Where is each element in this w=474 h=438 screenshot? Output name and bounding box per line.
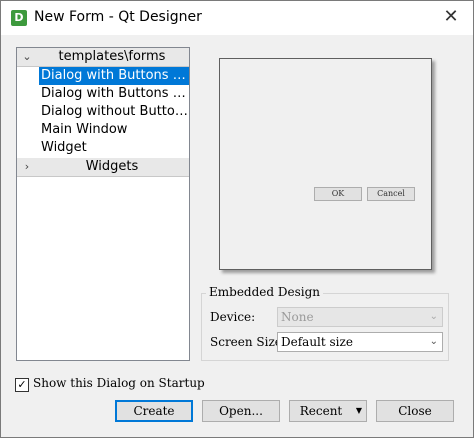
create-button[interactable]: Create: [115, 400, 193, 422]
screen-size-value: Default size: [281, 335, 353, 349]
recent-button-label: Recent: [299, 404, 343, 418]
device-label: Device:: [210, 310, 256, 324]
recent-button[interactable]: Recent ▼: [289, 400, 367, 422]
embedded-design-title: Embedded Design: [206, 285, 324, 299]
qt-designer-icon: D: [11, 10, 27, 26]
form-preview: OK Cancel: [219, 58, 432, 270]
close-window-icon[interactable]: ✕: [441, 7, 461, 27]
screen-size-label: Screen Size:: [210, 335, 286, 349]
tree-item-main-window[interactable]: Main Window: [39, 121, 189, 139]
tree-header-label: templates\forms: [58, 49, 166, 64]
window-title: New Form - Qt Designer: [34, 9, 202, 25]
chevron-down-icon[interactable]: ⌄: [430, 333, 438, 351]
screen-size-combo[interactable]: Default size ⌄: [277, 332, 443, 352]
tree-item-dialog-buttons-bottom[interactable]: Dialog with Buttons Bottom: [39, 67, 189, 85]
chevron-down-icon: ⌄: [429, 311, 438, 322]
tree-item-dialog-buttons-right[interactable]: Dialog with Buttons Right: [39, 85, 189, 103]
chevron-right-icon[interactable]: ›: [20, 159, 34, 175]
show-on-startup-checkbox[interactable]: ✓: [15, 378, 29, 392]
open-button[interactable]: Open...: [202, 400, 280, 422]
chevron-down-icon[interactable]: ⌄: [20, 49, 34, 65]
close-button[interactable]: Close: [376, 400, 454, 422]
dropdown-arrow-icon[interactable]: ▼: [356, 401, 362, 421]
show-on-startup-label[interactable]: Show this Dialog on Startup: [33, 376, 205, 390]
device-combo: None ⌄: [277, 307, 443, 327]
tree-item-widget[interactable]: Widget: [39, 139, 189, 157]
tree-header-label: Widgets: [85, 159, 139, 174]
tree-header-templates-forms[interactable]: ⌄ templates\forms: [17, 48, 189, 67]
new-form-dialog: D New Form - Qt Designer ✕ ⌄ templates\f…: [0, 0, 474, 438]
preview-ok-button: OK: [314, 187, 362, 201]
template-tree[interactable]: ⌄ templates\forms Dialog with Buttons Bo…: [16, 47, 190, 361]
tree-header-widgets[interactable]: › Widgets: [17, 158, 189, 177]
title-bar: D New Form - Qt Designer ✕: [1, 1, 473, 35]
preview-cancel-button: Cancel: [367, 187, 415, 201]
device-value: None: [281, 310, 314, 324]
tree-item-dialog-without-buttons[interactable]: Dialog without Buttons: [39, 103, 189, 121]
